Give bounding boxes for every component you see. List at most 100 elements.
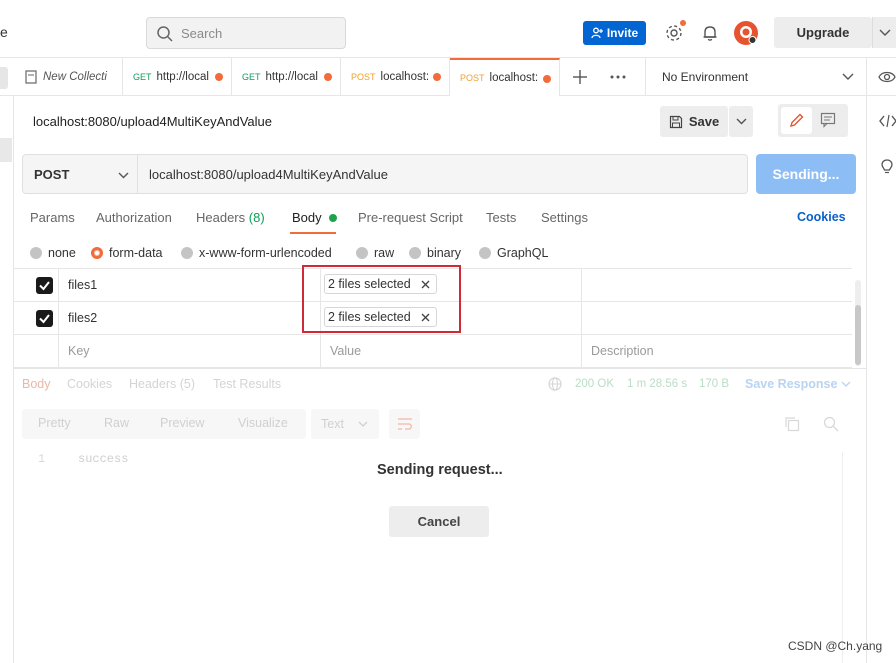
url-input[interactable]: localhost:8080/upload4MultiKeyAndValue: [138, 154, 748, 194]
headers-count: (8): [248, 210, 265, 225]
tab-post-request-1[interactable]: POST localhost:: [341, 58, 450, 96]
search-icon: [157, 26, 173, 42]
tab-settings[interactable]: Settings: [541, 210, 588, 225]
checkmark-icon: [39, 314, 50, 324]
view-visualize-button[interactable]: Visualize: [238, 416, 288, 430]
save-dropdown-button[interactable]: [729, 106, 753, 137]
pencil-icon: [789, 113, 804, 128]
response-tab-cookies[interactable]: Cookies: [67, 377, 112, 391]
search-icon: [823, 416, 839, 432]
column-divider: [581, 268, 582, 368]
info-lightbulb-button[interactable]: [879, 158, 895, 176]
app-menu-cut-text[interactable]: e: [0, 24, 8, 40]
send-button[interactable]: Sending...: [756, 154, 856, 194]
sidebar-selected-indicator[interactable]: [0, 138, 12, 162]
save-button[interactable]: Save: [660, 106, 728, 137]
row-enabled-checkbox[interactable]: [36, 310, 53, 327]
unsaved-dot: [543, 75, 551, 83]
response-status[interactable]: 200 OK: [575, 378, 614, 390]
documentation-mode-button[interactable]: [820, 112, 836, 128]
highlight-annotation-box: [302, 265, 461, 333]
avatar[interactable]: [733, 20, 759, 46]
cookies-link[interactable]: Cookies: [797, 210, 846, 224]
unsaved-dot: [215, 73, 223, 81]
search-input[interactable]: Search: [146, 17, 346, 49]
cancel-request-button[interactable]: Cancel: [389, 506, 489, 537]
response-size[interactable]: 170 B: [699, 378, 729, 390]
chevron-down-icon[interactable]: [841, 381, 851, 387]
tab-label: New Collecti: [43, 71, 107, 83]
tab-params[interactable]: Params: [30, 210, 75, 225]
radio-label: binary: [427, 246, 462, 260]
radio-raw[interactable]: raw: [356, 246, 394, 260]
response-tab-test-results[interactable]: Test Results: [213, 377, 281, 391]
tab-authorization[interactable]: Authorization: [96, 210, 172, 225]
comment-icon: [820, 112, 836, 128]
code-snippet-button[interactable]: [879, 114, 896, 128]
value-placeholder[interactable]: Value: [330, 344, 361, 358]
view-raw-button[interactable]: Raw: [104, 416, 129, 430]
url-value: localhost:8080/upload4MultiKeyAndValue: [149, 167, 388, 182]
chevron-down-icon: [736, 118, 747, 125]
search-response-button[interactable]: [823, 416, 839, 432]
view-pretty-button[interactable]: Pretty: [38, 416, 71, 430]
method-select[interactable]: POST: [22, 154, 138, 194]
tab-label: localhost:: [489, 72, 539, 84]
save-response-button[interactable]: Save Response: [745, 377, 837, 391]
response-time[interactable]: 1 m 28.56 s: [627, 378, 687, 390]
settings-button[interactable]: [664, 20, 686, 43]
document-icon: [25, 70, 37, 84]
tab-label: http://local: [156, 71, 209, 83]
view-preview-button[interactable]: Preview: [160, 416, 204, 430]
radio-circle: [356, 247, 368, 259]
right-sidebar: [866, 96, 896, 663]
tab-body[interactable]: Body: [292, 210, 338, 225]
copy-response-button[interactable]: [784, 416, 800, 432]
tab-overflow-button[interactable]: [610, 75, 626, 79]
edit-mode-button[interactable]: [781, 107, 812, 134]
network-info-button[interactable]: [548, 377, 562, 391]
left-sidebar-collapsed: [0, 96, 14, 663]
radio-binary[interactable]: binary: [409, 246, 461, 260]
row-key[interactable]: files2: [68, 311, 97, 325]
tab-get-request-2[interactable]: GET http://local: [232, 58, 341, 96]
tab-new-collection[interactable]: New Collecti: [14, 58, 123, 96]
row-key[interactable]: files1: [68, 278, 97, 292]
radio-circle: [30, 247, 42, 259]
upgrade-button[interactable]: Upgrade: [774, 17, 872, 48]
format-select[interactable]: Text: [311, 409, 379, 439]
upgrade-label: Upgrade: [796, 25, 850, 40]
description-placeholder[interactable]: Description: [591, 344, 654, 358]
radio-form-data[interactable]: form-data: [91, 246, 163, 260]
sidebar-collapse-handle[interactable]: [0, 67, 8, 89]
unsaved-dot: [433, 73, 441, 81]
radio-none[interactable]: none: [30, 246, 76, 260]
tab-get-request-1[interactable]: GET http://local: [123, 58, 232, 96]
tab-headers[interactable]: Headers (8): [196, 210, 265, 225]
environment-quick-look-button[interactable]: [878, 70, 896, 84]
environment-selector[interactable]: No Environment: [662, 70, 748, 84]
key-placeholder[interactable]: Key: [68, 344, 90, 358]
table-scrollbar-thumb[interactable]: [855, 305, 861, 365]
invite-button[interactable]: Invite: [583, 21, 646, 45]
tab-pre-request-script[interactable]: Pre-request Script: [358, 210, 463, 225]
tab-post-request-active[interactable]: POST localhost:: [450, 58, 560, 96]
response-tab-body[interactable]: Body: [22, 377, 51, 391]
new-tab-button[interactable]: [572, 69, 588, 85]
notifications-button[interactable]: [701, 24, 719, 42]
save-label: Save: [688, 114, 720, 129]
tab-method: GET: [133, 72, 152, 82]
wrap-lines-button[interactable]: [389, 409, 420, 439]
tab-tests[interactable]: Tests: [486, 210, 516, 225]
response-body-text[interactable]: success: [78, 452, 128, 466]
tab-label: http://local: [265, 71, 318, 83]
radio-urlencoded[interactable]: x-www-form-urlencoded: [181, 246, 332, 260]
radio-graphql[interactable]: GraphQL: [479, 246, 548, 260]
upgrade-dropdown-button[interactable]: [872, 17, 896, 48]
response-tab-headers[interactable]: Headers (5): [129, 377, 195, 391]
request-title[interactable]: localhost:8080/upload4MultiKeyAndValue: [33, 114, 272, 129]
environment-dropdown-toggle[interactable]: [842, 73, 854, 81]
eye-icon: [878, 71, 896, 83]
top-bar: e Search Invite Upgrade: [0, 0, 896, 58]
row-enabled-checkbox[interactable]: [36, 277, 53, 294]
